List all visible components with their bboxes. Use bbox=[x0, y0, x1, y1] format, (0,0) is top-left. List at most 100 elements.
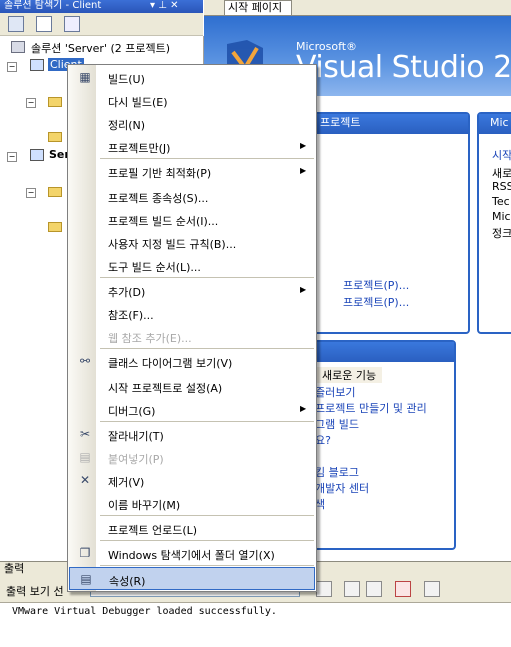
menu-item[interactable]: 시작 프로젝트로 설정(A) bbox=[69, 375, 315, 398]
menu-item[interactable]: 도구 빌드 순서(L)... bbox=[69, 254, 315, 277]
menu-item[interactable]: 사용자 지정 빌드 규칙(B)... bbox=[69, 231, 315, 254]
solution-explorer-title-bar: 솔루션 탐색기 - Client ▾ ⊥ ✕ bbox=[0, 0, 203, 13]
collapse-toggle[interactable]: − bbox=[26, 188, 36, 198]
menu-item-label: 도구 빌드 순서(L)... bbox=[108, 261, 201, 274]
window-pin-controls[interactable]: ▾ ⊥ ✕ bbox=[150, 0, 178, 12]
previous-message-icon[interactable] bbox=[344, 581, 360, 597]
menu-separator bbox=[100, 348, 314, 349]
menu-item[interactable]: ▤ 속성(R) bbox=[69, 567, 315, 590]
solution-icon bbox=[11, 41, 25, 53]
word-wrap-icon[interactable] bbox=[424, 581, 440, 597]
next-message-icon[interactable] bbox=[366, 581, 382, 597]
menu-item[interactable]: 정리(N) bbox=[69, 112, 315, 135]
msdn-panel-title: Mic bbox=[490, 116, 509, 129]
menu-item-label: 참조(F)... bbox=[108, 309, 154, 322]
getting-started-link[interactable]: 즐러보기 bbox=[315, 384, 355, 400]
getting-started-link[interactable]: 프로젝트 만들기 및 관리 bbox=[315, 400, 427, 416]
menu-item-label: 사용자 지정 빌드 규칙(B)... bbox=[108, 238, 237, 251]
msdn-line: Mic bbox=[492, 210, 511, 223]
solution-node-label[interactable]: 솔루션 'Server' (2 프로젝트) bbox=[31, 40, 170, 56]
menu-item-label: 다시 빌드(E) bbox=[108, 96, 168, 109]
menu-item[interactable]: ▤ 붙여넣기(P) bbox=[69, 446, 315, 469]
menu-separator bbox=[100, 565, 314, 566]
menu-item-label: 이름 바꾸기(M) bbox=[108, 499, 181, 512]
menu-item[interactable]: ⚯ 클래스 다이어그램 보기(V) bbox=[69, 350, 315, 373]
collapse-toggle[interactable]: − bbox=[7, 62, 17, 72]
msdn-panel: Mic bbox=[477, 112, 511, 334]
folder-icon bbox=[48, 97, 62, 107]
menu-separator bbox=[100, 158, 314, 159]
submenu-arrow-icon: ▶ bbox=[300, 285, 307, 294]
menu-item[interactable]: 프로필 기반 최적화(P) ▶ bbox=[69, 160, 315, 183]
properties-icon[interactable] bbox=[8, 16, 24, 32]
menu-item[interactable]: 프로젝트 종속성(S)... bbox=[69, 185, 315, 208]
properties-icon: ▤ bbox=[80, 572, 92, 586]
menu-item[interactable]: 프로젝트만(J) ▶ bbox=[69, 135, 315, 158]
menu-item[interactable]: 다시 빌드(E) bbox=[69, 89, 315, 112]
find-message-icon[interactable] bbox=[316, 581, 332, 597]
menu-item-label: 프로젝트 언로드(L) bbox=[108, 524, 198, 537]
submenu-arrow-icon: ▶ bbox=[300, 166, 307, 175]
show-all-files-icon[interactable] bbox=[36, 16, 52, 32]
menu-item-label: 프로필 기반 최적화(P) bbox=[108, 167, 212, 180]
whats-new-badge[interactable]: 새로운 기능 bbox=[316, 367, 383, 383]
clear-all-icon[interactable] bbox=[395, 581, 411, 597]
banner-title: Visual Studio 20 bbox=[296, 50, 511, 85]
menu-separator bbox=[100, 277, 314, 278]
show-output-from-label: 출력 보기 선 bbox=[6, 585, 64, 598]
folder-icon bbox=[48, 187, 62, 197]
menu-item-label: 웹 참조 추가(E)... bbox=[108, 332, 192, 345]
menu-item-label: 프로젝트만(J) bbox=[108, 142, 171, 155]
menu-item-label: Windows 탐색기에서 폴더 열기(X) bbox=[108, 549, 275, 562]
menu-item-label: 붙여넣기(P) bbox=[108, 453, 164, 466]
menu-item-label: 시작 프로젝트로 설정(A) bbox=[108, 382, 223, 395]
project-icon bbox=[30, 149, 44, 161]
projects-panel-title: 프로젝트 bbox=[320, 116, 361, 129]
getting-started-link[interactable]: 그램 빌드 bbox=[315, 416, 359, 432]
getting-started-panel-header bbox=[302, 342, 454, 362]
menu-item[interactable]: ✂ 잘라내기(T) bbox=[69, 423, 315, 446]
menu-item[interactable]: 이름 바꾸기(M) bbox=[69, 492, 315, 515]
getting-started-link[interactable]: 개발자 센터 bbox=[315, 480, 369, 496]
menu-item[interactable]: 프로젝트 빌드 순서(I)... bbox=[69, 208, 315, 231]
class-diagram-icon: ⚯ bbox=[79, 354, 91, 368]
menu-separator bbox=[100, 515, 314, 516]
output-log-line: VMware Virtual Debugger loaded successfu… bbox=[12, 606, 277, 617]
msdn-line: Tec bbox=[492, 195, 510, 208]
menu-item[interactable]: ❐ Windows 탐색기에서 폴더 열기(X) bbox=[69, 542, 315, 565]
paste-icon: ▤ bbox=[79, 450, 91, 464]
menu-item[interactable]: ✕ 제거(V) bbox=[69, 469, 315, 492]
menu-item-label: 프로젝트 종속성(S)... bbox=[108, 192, 209, 205]
menu-item[interactable]: 디버그(G) ▶ bbox=[69, 398, 315, 421]
class-view-icon[interactable] bbox=[64, 16, 80, 32]
msdn-line: 정크 bbox=[492, 227, 511, 240]
msdn-line: 새로 bbox=[492, 167, 511, 180]
collapse-toggle[interactable]: − bbox=[26, 98, 36, 108]
menu-item[interactable]: 참조(F)... bbox=[69, 302, 315, 325]
folder-icon bbox=[48, 222, 62, 232]
getting-started-link[interactable]: 요? bbox=[315, 432, 331, 448]
menu-item-label: 디버그(G) bbox=[108, 405, 156, 418]
open-project-link[interactable]: 프로젝트(P)... bbox=[343, 277, 409, 293]
solution-explorer-toolbar bbox=[0, 13, 203, 36]
msdn-panel-header: Mic bbox=[479, 114, 511, 134]
menu-separator bbox=[100, 421, 314, 422]
menu-item[interactable]: 추가(D) ▶ bbox=[69, 279, 315, 302]
menu-item-label: 빌드(U) bbox=[108, 73, 145, 86]
msdn-line[interactable]: 시작 bbox=[492, 147, 511, 163]
build-icon: ▦ bbox=[79, 70, 91, 84]
folder-icon bbox=[48, 132, 62, 142]
menu-item-label: 추가(D) bbox=[108, 286, 146, 299]
submenu-arrow-icon: ▶ bbox=[300, 141, 307, 150]
menu-item[interactable]: 프로젝트 언로드(L) bbox=[69, 517, 315, 540]
projects-panel-header: 프로젝트 bbox=[302, 114, 468, 134]
create-project-link[interactable]: 프로젝트(P)... bbox=[343, 294, 409, 310]
menu-item[interactable]: 웹 참조 추가(E)... bbox=[69, 325, 315, 348]
remove-icon: ✕ bbox=[79, 473, 91, 487]
tab-start-page[interactable]: 시작 페이지 bbox=[224, 0, 292, 15]
menu-separator bbox=[100, 540, 314, 541]
getting-started-link[interactable]: 킴 블로그 bbox=[315, 464, 359, 480]
menu-item-label: 제거(V) bbox=[108, 476, 145, 489]
collapse-toggle[interactable]: − bbox=[7, 152, 17, 162]
menu-item[interactable]: ▦ 빌드(U) bbox=[69, 66, 315, 89]
